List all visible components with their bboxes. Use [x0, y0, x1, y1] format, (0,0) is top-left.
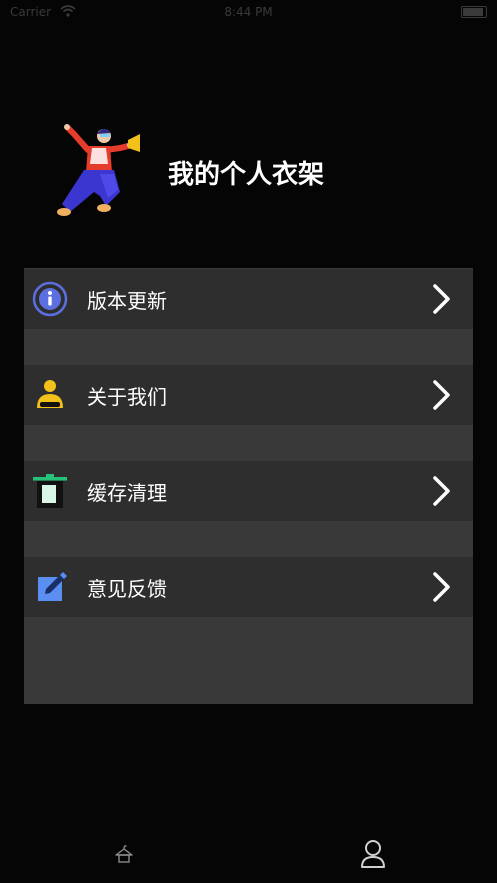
chevron-right-icon — [433, 284, 450, 314]
screen: Carrier 8:44 PM 我的个人衣架 版本更新 关于我们 缓存清理 意见… — [0, 0, 497, 883]
tab-wardrobe[interactable] — [0, 823, 248, 883]
status-time: 8:44 PM — [224, 5, 273, 19]
chevron-right-icon — [433, 380, 450, 410]
info-icon — [32, 281, 68, 317]
person-icon — [37, 380, 63, 408]
menu-item-about-us[interactable]: 关于我们 — [24, 365, 473, 425]
status-bar: Carrier 8:44 PM — [0, 0, 497, 26]
menu-item-label: 关于我们 — [87, 385, 167, 409]
menu-item-clear-cache[interactable]: 缓存清理 — [24, 461, 473, 521]
battery-icon — [461, 6, 487, 18]
profile-title: 我的个人衣架 — [168, 160, 325, 190]
menu-item-label: 意见反馈 — [87, 577, 167, 601]
chevron-right-icon — [433, 476, 450, 506]
user-icon — [361, 840, 385, 868]
menu-item-feedback[interactable]: 意见反馈 — [24, 557, 473, 617]
menu-item-label: 缓存清理 — [87, 481, 167, 505]
tab-bar — [0, 823, 497, 883]
edit-icon — [38, 572, 67, 601]
trash-icon — [33, 474, 67, 508]
settings-menu: 版本更新 关于我们 缓存清理 意见反馈 — [24, 268, 473, 704]
menu-item-label: 版本更新 — [87, 289, 167, 313]
avatar-illustration — [57, 124, 140, 216]
hanger-icon — [115, 845, 133, 863]
chevron-right-icon — [433, 572, 450, 602]
menu-item-version-update[interactable]: 版本更新 — [24, 269, 473, 329]
tab-profile[interactable] — [248, 823, 496, 883]
